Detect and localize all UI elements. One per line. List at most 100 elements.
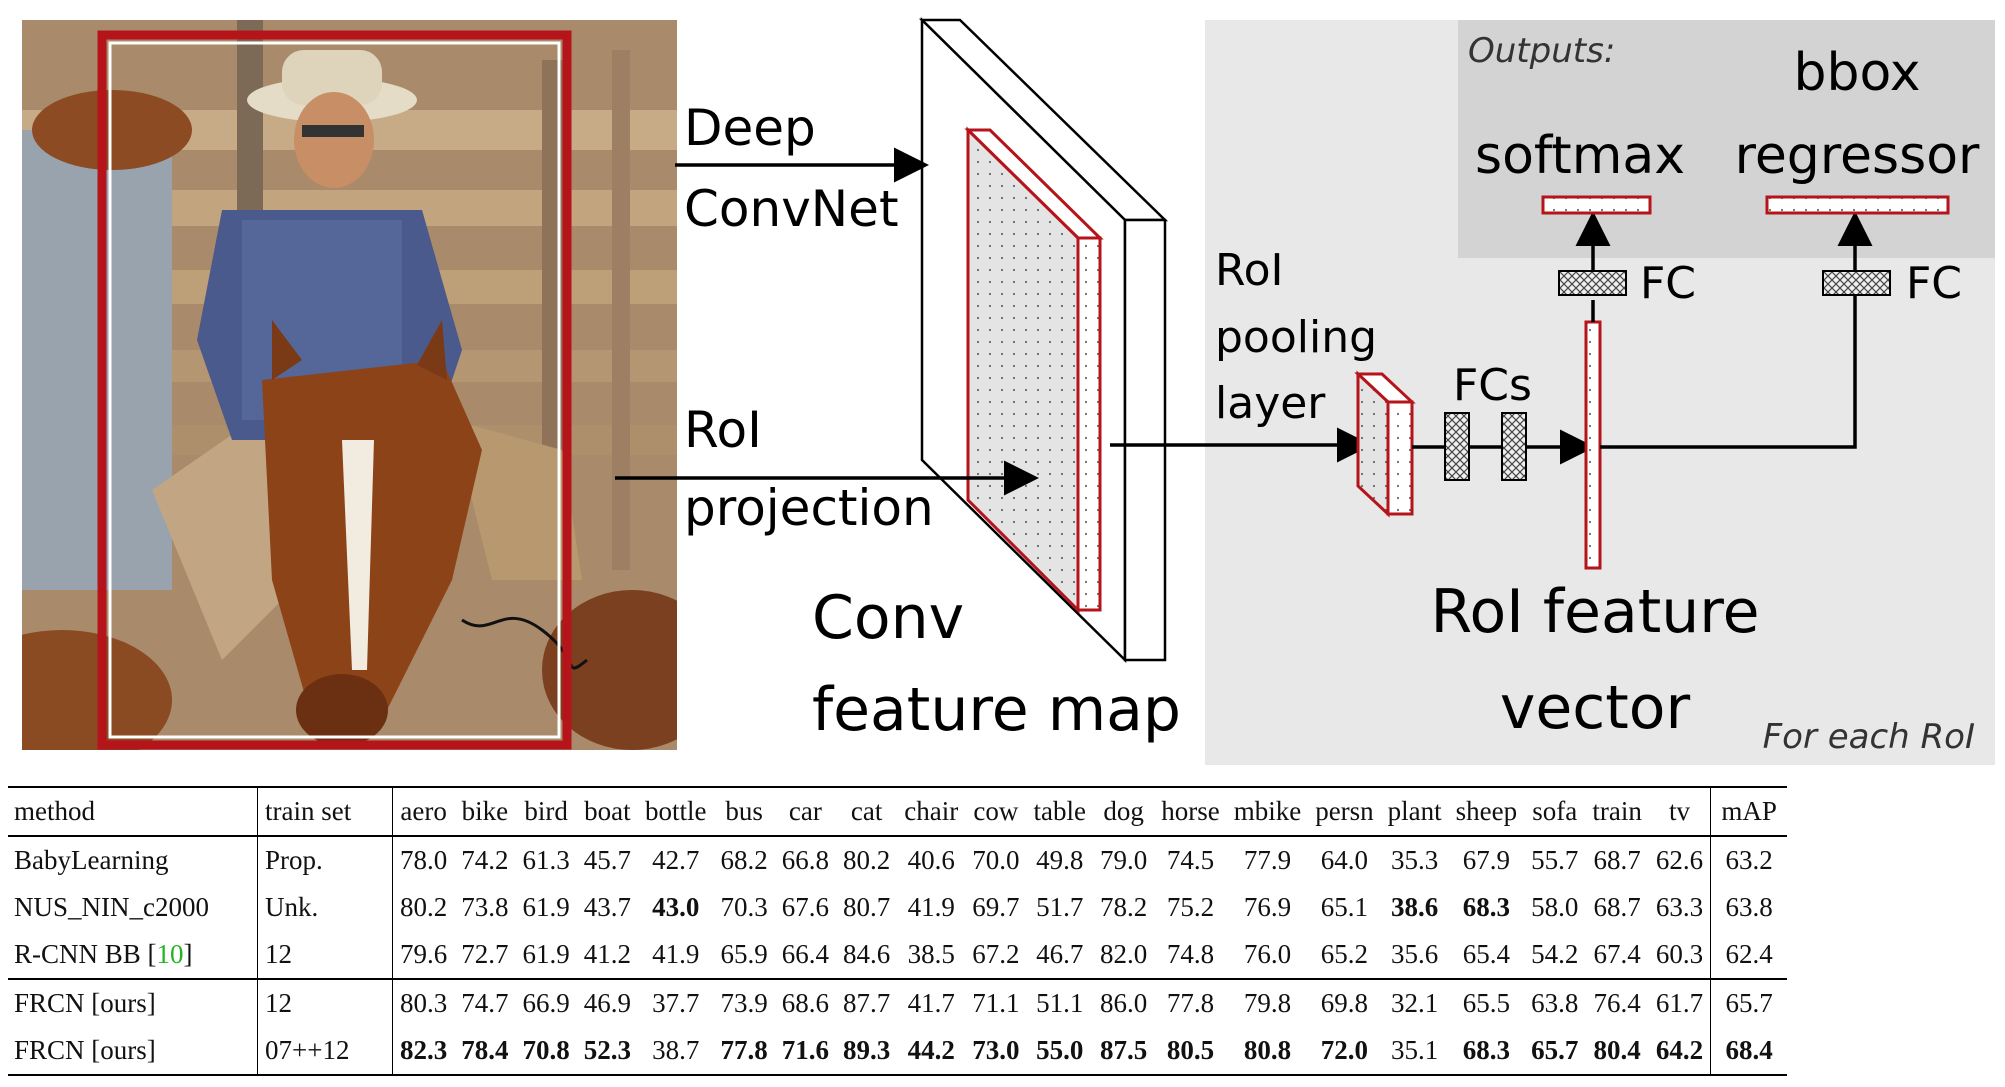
ap-value-cell: 79.8: [1243, 988, 1292, 1018]
label-fcs: FCs: [1453, 360, 1532, 411]
label-fc-softmax: FC: [1640, 258, 1696, 309]
ap-value-cell: 78.4: [461, 1035, 509, 1065]
ap-value-cell: 37.7: [652, 988, 700, 1018]
ap-value-cell: 82.0: [1099, 939, 1148, 969]
ap-value-cell: 52.3: [583, 1035, 631, 1065]
ap-value-cell: 55.7: [1531, 845, 1579, 875]
column-header: method: [14, 796, 95, 826]
column-header: bus: [725, 796, 763, 826]
train-set-cell: 12: [257, 931, 393, 979]
column-header: car: [788, 796, 822, 826]
ap-value-cell: 60.3: [1655, 939, 1704, 969]
label-vector: vector: [1500, 673, 1691, 743]
roi-pooling-block: [1354, 370, 1416, 518]
ap-value-cell: 75.2: [1166, 892, 1215, 922]
ap-value-cell: 79.0: [1099, 845, 1148, 875]
column-header: aero: [400, 796, 447, 826]
ap-value-cell: 72.7: [461, 939, 509, 969]
ap-value-cell: 87.5: [1099, 1035, 1148, 1065]
ap-value-cell: 65.9: [720, 939, 768, 969]
ap-value-cell: 77.9: [1243, 845, 1292, 875]
ap-value-cell: 76.0: [1243, 939, 1292, 969]
ap-value-cell: 79.6: [400, 939, 448, 969]
column-header: sofa: [1532, 796, 1578, 826]
ap-value-cell: 62.6: [1655, 845, 1704, 875]
ap-value-cell: 42.7: [652, 845, 700, 875]
method-name: FRCN [ours]: [14, 988, 156, 1018]
table-header-row: method train set aero bike bird boat bottle bus…: [8, 787, 1788, 836]
ap-value-cell: 74.5: [1166, 845, 1215, 875]
ap-value-cell: 41.2: [583, 939, 631, 969]
ap-value-cell: 38.5: [907, 939, 955, 969]
fc-layer-2: [1501, 412, 1527, 481]
ap-value-cell: 66.4: [781, 939, 829, 969]
fc-layer-1: [1444, 412, 1470, 481]
ap-value-cell: 32.1: [1391, 988, 1439, 1018]
ap-value-cell: 80.8: [1243, 1035, 1292, 1065]
table-row: NUS_NIN_c2000 Unk. 80.2 73.8 61.9 43.7 43.0 70.…: [8, 884, 1788, 931]
ap-value-cell: 77.8: [720, 1035, 768, 1065]
ap-value-cell: 89.3: [843, 1035, 891, 1065]
table-row: BabyLearning Prop. 78.0 74.2 61.3 45.7 42.7 68.…: [8, 836, 1788, 884]
fc-bbox: [1822, 270, 1891, 296]
column-header: bike: [461, 796, 509, 826]
ap-value-cell: 65.2: [1320, 939, 1369, 969]
ap-value-cell: 41.9: [907, 892, 955, 922]
diagram-canvas: Deep ConvNet RoI projection Conv feature…: [615, 17, 1995, 765]
voc-results-table: method train set aero bike bird boat bottle bus…: [8, 786, 1788, 1076]
ap-value-cell: 69.7: [972, 892, 1020, 922]
column-header: train: [1592, 796, 1642, 826]
ap-value-cell: 63.3: [1655, 892, 1704, 922]
ap-value-cell: 61.3: [522, 845, 570, 875]
column-header: boat: [584, 796, 631, 826]
ap-value-cell: 80.5: [1166, 1035, 1215, 1065]
train-set-cell: 07++12: [257, 1027, 393, 1075]
column-header: tv: [1669, 796, 1691, 826]
ap-value-cell: 65.5: [1462, 988, 1511, 1018]
ap-value-cell: 43.0: [652, 892, 700, 922]
map-value-cell: 65.7: [1710, 979, 1788, 1027]
ap-value-cell: 68.3: [1462, 892, 1511, 922]
map-value-cell: 68.4: [1710, 1027, 1788, 1075]
ap-value-cell: 70.8: [522, 1035, 570, 1065]
ap-value-cell: 35.3: [1391, 845, 1439, 875]
ap-value-cell: 65.1: [1320, 892, 1369, 922]
table-body: BabyLearning Prop. 78.0 74.2 61.3 45.7 42.7 68.…: [8, 836, 1788, 1075]
ap-value-cell: 77.8: [1166, 988, 1215, 1018]
ap-value-cell: 80.2: [400, 892, 448, 922]
column-header: mbike: [1233, 796, 1302, 826]
ap-value-cell: 51.7: [1036, 892, 1084, 922]
label-fc-bbox: FC: [1906, 258, 1962, 309]
table-row: FRCN [ours] 12 80.3 74.7 66.9 46.9 37.7 73.9 68.…: [8, 979, 1788, 1027]
citation-link[interactable]: 10: [157, 939, 184, 969]
ap-value-cell: 49.8: [1036, 845, 1084, 875]
ap-value-cell: 46.7: [1036, 939, 1084, 969]
ap-value-cell: 73.0: [972, 1035, 1020, 1065]
fast-rcnn-architecture-figure: Deep ConvNet RoI projection Conv feature…: [0, 0, 2005, 780]
ap-value-cell: 40.6: [907, 845, 955, 875]
ap-value-cell: 67.6: [781, 892, 829, 922]
ap-value-cell: 86.0: [1099, 988, 1148, 1018]
train-set-cell: Prop.: [257, 836, 393, 884]
label-regressor: regressor: [1735, 126, 1980, 186]
ap-value-cell: 43.7: [583, 892, 631, 922]
softmax-output: [1541, 195, 1652, 215]
ap-value-cell: 76.4: [1593, 988, 1641, 1018]
label-convnet: ConvNet: [684, 180, 899, 238]
ap-value-cell: 68.2: [720, 845, 768, 875]
column-header: chair: [904, 796, 959, 826]
results-table-container: method train set aero bike bird boat bottle bus…: [0, 786, 2005, 1076]
label-roi-pooling-2: pooling: [1215, 312, 1377, 363]
ap-value-cell: 65.4: [1462, 939, 1511, 969]
label-roi-pooling-1: RoI: [1215, 245, 1284, 296]
fc-softmax: [1558, 270, 1627, 296]
ap-value-cell: 66.8: [781, 845, 829, 875]
ap-value-cell: 66.9: [522, 988, 570, 1018]
ap-value-cell: 54.2: [1531, 939, 1579, 969]
ap-value-cell: 67.4: [1593, 939, 1641, 969]
label-conv: Conv: [812, 583, 964, 653]
column-header: persn: [1315, 796, 1374, 826]
label-feature-map: feature map: [812, 675, 1181, 745]
ap-value-cell: 51.1: [1036, 988, 1084, 1018]
train-set-cell: Unk.: [257, 884, 393, 931]
